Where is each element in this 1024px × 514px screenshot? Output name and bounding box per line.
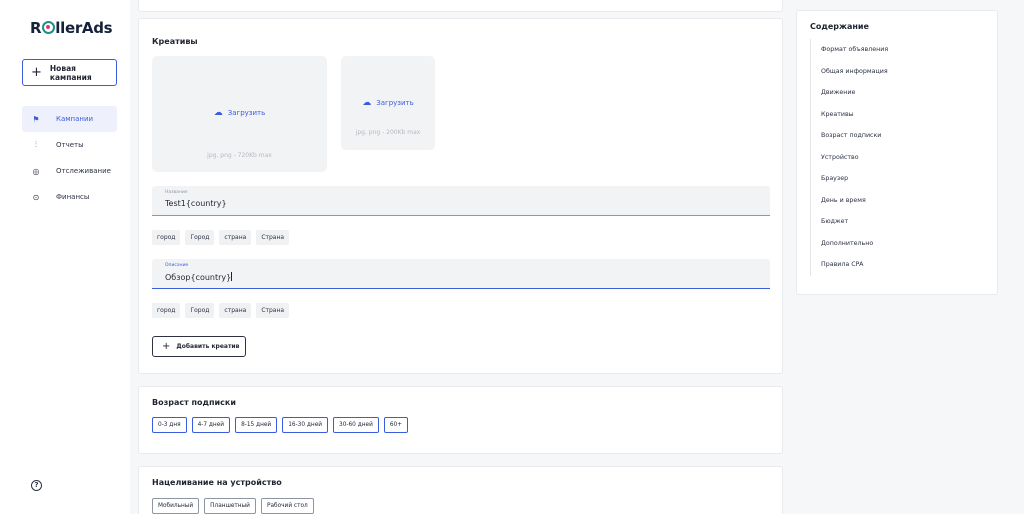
toc-item[interactable]: Формат объявления	[821, 39, 986, 61]
upload-button-label: Загрузить	[227, 109, 266, 117]
upload-area-small[interactable]: ☁ Загрузить jpg, png - 200Kb max	[341, 56, 435, 150]
macro-chip-city-cap[interactable]: Город	[185, 303, 215, 318]
section-title: Возраст подписки	[152, 398, 236, 407]
toc-item[interactable]: Бюджет	[821, 211, 986, 233]
age-option[interactable]: 30-60 дней	[333, 417, 379, 433]
field-value[interactable]: Test1{country}	[165, 199, 227, 208]
device-option-desktop[interactable]: Рабочий стол	[260, 498, 314, 514]
sidebar-item-reports[interactable]: ⫶ Отчеты	[22, 132, 117, 158]
macro-chip-country-cap[interactable]: Страна	[256, 230, 290, 245]
macro-chip-country-cap[interactable]: Страна	[256, 303, 290, 318]
device-option-tablet[interactable]: Планшетный	[204, 498, 256, 514]
field-label: Описание	[165, 263, 189, 268]
upload-hint: jpg, png - 720Kb max	[207, 152, 272, 159]
flag-icon: ⚑	[32, 114, 40, 124]
macro-chip-country[interactable]: страна	[219, 303, 252, 318]
macro-chip-country[interactable]: страна	[219, 230, 252, 245]
toc-item[interactable]: Движение	[821, 82, 986, 104]
macro-chip-city[interactable]: город	[152, 230, 181, 245]
upload-hint: jpg, png - 200Kb max	[355, 129, 421, 136]
chart-icon: ⫶	[35, 140, 37, 149]
creative-description-field[interactable]: Описание Обзор{country}	[152, 259, 770, 289]
sidebar-item-label: Отслеживание	[56, 167, 111, 175]
age-option[interactable]: 16-30 дней	[282, 417, 329, 433]
age-option[interactable]: 60+	[383, 417, 409, 433]
name-macro-chips: город Город страна Страна	[152, 230, 290, 245]
device-options: Мобильный Планшетный Рабочий стол	[152, 498, 314, 514]
creative-name-field[interactable]: Название Test1{country}	[152, 186, 770, 216]
toc-item[interactable]: Правила CPA	[821, 254, 986, 276]
app-root: RllerAds + Новая кампания ⚑ Кампании ⫶ О…	[0, 0, 1024, 514]
logo-text-start: R	[30, 19, 42, 37]
macro-chip-city[interactable]: город	[152, 303, 181, 318]
age-option[interactable]: 4-7 дней	[191, 417, 231, 433]
age-option[interactable]: 8-15 дней	[235, 417, 278, 433]
sidebar-nav: ⚑ Кампании ⫶ Отчеты ◎ Отслеживание ⊙ Фин…	[22, 106, 117, 210]
add-creative-button[interactable]: + Добавить креатив	[152, 336, 246, 357]
toc-item[interactable]: Устройство	[821, 147, 986, 169]
macro-chip-city-cap[interactable]: Город	[185, 230, 215, 245]
logo-mark-icon	[41, 21, 55, 34]
toc-title: Содержание	[810, 22, 869, 31]
device-targeting-section: Нацеливание на устройство Мобильный План…	[138, 466, 783, 514]
field-label: Название	[165, 190, 188, 195]
sidebar-item-label: Финансы	[56, 193, 90, 201]
toc-item[interactable]: Возраст подписки	[821, 125, 986, 147]
text-caret	[231, 272, 233, 281]
toc-item[interactable]: Креативы	[821, 104, 986, 126]
upload-area-large[interactable]: ☁ Загрузить jpg, png - 720Kb max	[152, 56, 327, 172]
plus-icon: +	[31, 65, 42, 80]
previous-section-card	[138, 0, 783, 12]
toc-item[interactable]: День и время	[821, 190, 986, 212]
sidebar-item-label: Отчеты	[56, 141, 84, 149]
logo-text-end: llerAds	[55, 19, 113, 37]
sidebar: RllerAds + Новая кампания ⚑ Кампании ⫶ О…	[0, 0, 130, 514]
sidebar-item-tracking[interactable]: ◎ Отслеживание	[22, 158, 117, 184]
new-campaign-label: Новая кампания	[49, 63, 92, 82]
device-option-mobile[interactable]: Мобильный	[152, 498, 200, 514]
target-icon: ◎	[32, 166, 40, 176]
field-value-text: Обзор{country}	[165, 273, 232, 282]
toc-item[interactable]: Общая информация	[821, 61, 986, 83]
sidebar-item-finance[interactable]: ⊙ Финансы	[22, 184, 117, 210]
add-creative-label: Добавить креатив	[176, 343, 240, 350]
creatives-section: Креативы ☁ Загрузить jpg, png - 720Kb max…	[138, 18, 783, 374]
table-of-contents: Содержание Формат объявления Общая инфор…	[796, 10, 998, 295]
subscription-age-section: Возраст подписки 0-3 дня 4-7 дней 8-15 д…	[138, 386, 783, 454]
description-macro-chips: город Город страна Страна	[152, 303, 290, 318]
upload-button[interactable]: ☁ Загрузить	[152, 108, 327, 118]
new-campaign-button[interactable]: + Новая кампания	[22, 59, 117, 86]
help-icon[interactable]: ?	[31, 480, 42, 491]
sidebar-item-campaigns[interactable]: ⚑ Кампании	[22, 106, 117, 132]
upload-button-label: Загрузить	[376, 99, 414, 107]
toc-list: Формат объявления Общая информация Движе…	[810, 39, 986, 276]
cloud-upload-icon: ☁	[362, 98, 372, 108]
coin-icon: ⊙	[32, 192, 40, 202]
sidebar-item-label: Кампании	[56, 115, 94, 123]
toc-item[interactable]: Браузер	[821, 168, 986, 190]
section-title: Нацеливание на устройство	[152, 478, 282, 487]
plus-icon: +	[162, 340, 171, 352]
section-title: Креативы	[152, 37, 198, 46]
subscription-age-options: 0-3 дня 4-7 дней 8-15 дней 16-30 дней 30…	[152, 417, 409, 433]
field-value[interactable]: Обзор{country}	[165, 272, 233, 282]
logo[interactable]: RllerAds	[30, 19, 113, 37]
age-option[interactable]: 0-3 дня	[152, 417, 187, 433]
cloud-upload-icon: ☁	[213, 108, 223, 118]
upload-button[interactable]: ☁ Загрузить	[341, 98, 435, 108]
toc-item[interactable]: Дополнительно	[821, 233, 986, 255]
